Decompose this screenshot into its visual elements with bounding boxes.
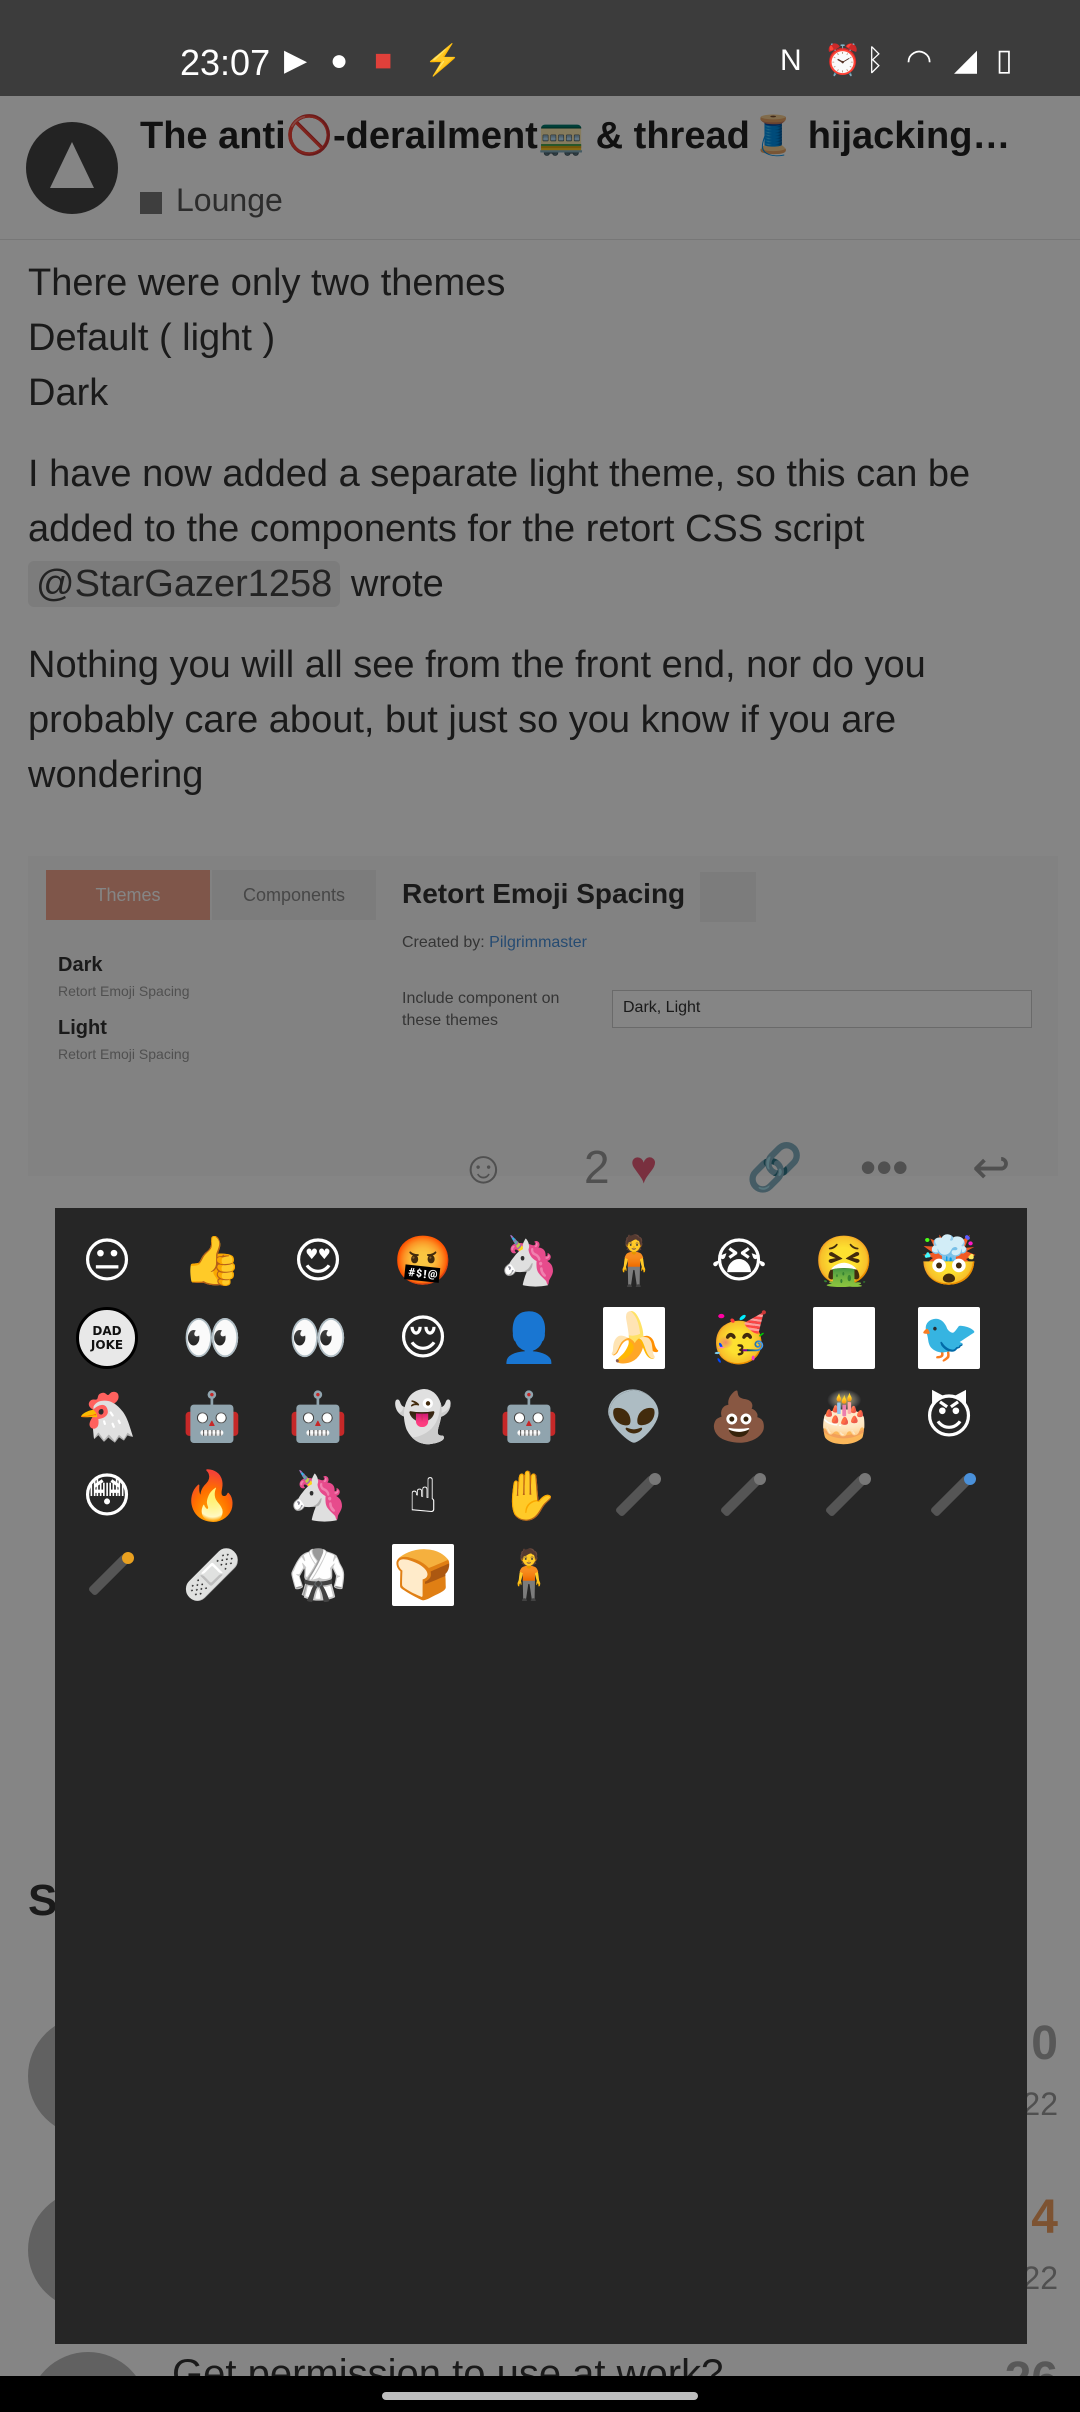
loudly-crying-icon[interactable]: 😭 (708, 1230, 770, 1292)
xray-hand-icon[interactable]: ✋ (498, 1465, 560, 1527)
status-time: 23:07 (180, 42, 271, 83)
vault-boy-icon[interactable]: 🧍 (603, 1230, 665, 1292)
reddit-icon: ● (330, 44, 349, 77)
bluetooth-icon: ᛒ (866, 44, 884, 77)
emoji-picker: 😐 👍 😍 🤬 🦄 🧍 😭 🤮 🤯 DAD JOKE 👀 👀 😌 👤 🍌 🥳 🐱 🐦 🐔 🤖 🤖 👻 🤖 👽 💩 🎂 😈 😳 🔥 🦄 ☝ ✋ 🩹… (55, 1208, 1027, 2344)
pointing-hand-icon[interactable]: ☝ (392, 1465, 454, 1527)
smiling-devil-icon[interactable]: 😈 (918, 1386, 980, 1448)
neutral-face-icon[interactable]: 😐 (76, 1230, 138, 1292)
signal-icon: ◢ (954, 44, 978, 77)
pen-gray-2-icon[interactable] (708, 1465, 770, 1527)
alien-icon[interactable]: 👽 (603, 1386, 665, 1448)
shifty-eyes-icon[interactable]: 👀 (181, 1307, 243, 1369)
flaming-unicorn-icon[interactable]: 🦄 (498, 1230, 560, 1292)
ghost-face-icon[interactable]: 👻 (392, 1386, 454, 1448)
vault-boy-thumbs-icon[interactable]: 🧍 (498, 1544, 560, 1606)
poop-icon[interactable]: 💩 (708, 1386, 770, 1448)
chicken-icon[interactable]: 🐔 (76, 1386, 138, 1448)
wifi-icon: ◠ (906, 44, 933, 77)
unicorn-icon[interactable]: 🦄 (287, 1465, 349, 1527)
party-face-icon[interactable]: 🥳 (708, 1307, 770, 1369)
face-photo-icon[interactable]: 👤 (498, 1307, 560, 1369)
navigation-bar (0, 2376, 1080, 2412)
home-gesture-pill[interactable] (382, 2392, 698, 2400)
pen-gray-3-icon[interactable] (813, 1465, 875, 1527)
cake-icon[interactable]: 🎂 (813, 1386, 875, 1448)
relieved-face-icon[interactable]: 😌 (392, 1307, 454, 1369)
status-bar: 23:07 ▶ ● ■ ⚡ N ⏰ ᛒ ◠ ◢ ▯ (0, 0, 1080, 96)
sketch-cat-icon[interactable]: 🐱 (813, 1307, 875, 1369)
wide-eyes-icon[interactable]: 👀 (287, 1307, 349, 1369)
fire-icon[interactable]: 🔥 (181, 1465, 243, 1527)
pen-orange-icon[interactable] (76, 1544, 138, 1606)
heart-eyes-icon[interactable]: 😍 (287, 1230, 349, 1292)
cursing-face-icon[interactable]: 🤬 (392, 1230, 454, 1292)
toaster-icon[interactable]: 🍞 (392, 1544, 454, 1606)
vomiting-face-icon[interactable]: 🤮 (813, 1230, 875, 1292)
pen-blue-icon[interactable] (918, 1465, 980, 1527)
alarm-icon: ⏰ (824, 44, 862, 77)
bender-robot-icon[interactable]: 🤖 (181, 1386, 243, 1448)
hadouken-icon[interactable]: 🥋 (287, 1544, 349, 1606)
app-icon: ■ (374, 44, 393, 77)
pen-gray-1-icon[interactable] (603, 1465, 665, 1527)
eraser-icon[interactable]: 🩹 (181, 1544, 243, 1606)
cyborg-face-icon[interactable]: 🤖 (287, 1386, 349, 1448)
angry-bird-sketch-icon[interactable]: 🐦 (918, 1307, 980, 1369)
robot-mask-icon[interactable]: 🤖 (498, 1386, 560, 1448)
dad-joke-icon[interactable]: DAD JOKE (76, 1307, 138, 1369)
nfc-icon: N (780, 44, 802, 77)
dancing-banana-icon[interactable]: 🍌 (603, 1307, 665, 1369)
bolt-icon: ⚡ (424, 44, 462, 77)
flushed-face-icon[interactable]: 😳 (76, 1465, 138, 1527)
battery-icon: ▯ (996, 44, 1013, 77)
thumbs-up-icon[interactable]: 👍 (181, 1230, 243, 1292)
exploding-head-icon[interactable]: 🤯 (918, 1230, 980, 1292)
youtube-icon: ▶ (284, 44, 308, 77)
